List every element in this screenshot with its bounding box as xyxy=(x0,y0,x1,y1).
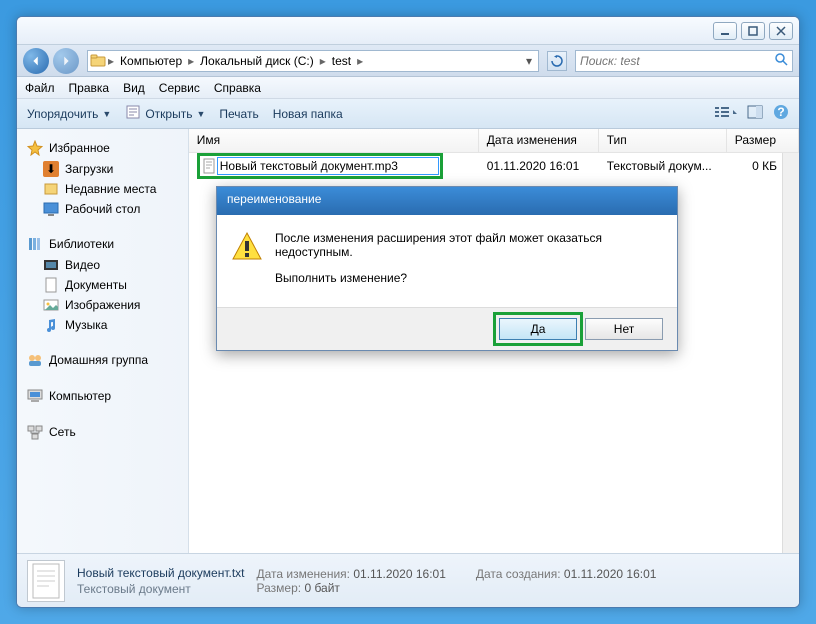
sidebar-music[interactable]: Музыка xyxy=(21,315,184,335)
document-icon xyxy=(43,277,59,293)
music-icon xyxy=(43,317,59,333)
sidebar-recent[interactable]: Недавние места xyxy=(21,179,184,199)
search-box[interactable] xyxy=(575,50,793,72)
video-icon xyxy=(43,257,59,273)
svg-text:?: ? xyxy=(777,105,784,119)
crumb-drive[interactable]: Локальный диск (C:) xyxy=(196,54,318,68)
col-size[interactable]: Размер xyxy=(727,129,799,152)
search-icon xyxy=(774,52,788,69)
details-pane: Новый текстовый документ.txt Текстовый д… xyxy=(17,553,799,607)
view-options-icon[interactable] xyxy=(715,104,737,123)
sidebar-favorites[interactable]: Избранное xyxy=(21,137,184,159)
col-date[interactable]: Дата изменения xyxy=(479,129,599,152)
text-file-icon xyxy=(201,158,217,174)
refresh-button[interactable] xyxy=(547,51,567,71)
star-icon xyxy=(27,140,43,156)
close-button[interactable] xyxy=(769,22,793,40)
sidebar-libraries[interactable]: Библиотеки xyxy=(21,233,184,255)
file-row[interactable]: 01.11.2020 16:01 Текстовый докум... 0 КБ xyxy=(189,155,799,177)
search-input[interactable] xyxy=(580,54,774,68)
col-name[interactable]: Имя xyxy=(189,129,479,152)
menu-tools[interactable]: Сервис xyxy=(159,81,200,95)
help-icon[interactable]: ? xyxy=(773,104,789,123)
titlebar xyxy=(17,17,799,45)
navbar: ▸ Компьютер ▸ Локальный диск (C:) ▸ test… xyxy=(17,45,799,77)
details-size-label: Размер: xyxy=(257,581,302,595)
desktop-icon xyxy=(43,201,59,217)
sidebar-documents[interactable]: Документы xyxy=(21,275,184,295)
chevron-right-icon: ▸ xyxy=(188,54,194,68)
sidebar-downloads[interactable]: ⬇Загрузки xyxy=(21,159,184,179)
chevron-right-icon: ▸ xyxy=(108,54,114,68)
column-headers: Имя Дата изменения Тип Размер xyxy=(189,129,799,153)
back-button[interactable] xyxy=(23,48,49,74)
sidebar-videos[interactable]: Видео xyxy=(21,255,184,275)
recent-icon xyxy=(43,181,59,197)
picture-icon xyxy=(43,297,59,313)
details-modified-label: Дата изменения: xyxy=(257,567,351,581)
sidebar-computer[interactable]: Компьютер xyxy=(21,385,184,407)
dialog-title: переименование xyxy=(217,187,677,215)
print-button[interactable]: Печать xyxy=(219,107,258,121)
file-thumbnail xyxy=(27,560,65,602)
yes-button[interactable]: Да xyxy=(499,318,577,340)
no-button[interactable]: Нет xyxy=(585,318,663,340)
network-icon xyxy=(27,424,43,440)
breadcrumb-dropdown[interactable]: ▾ xyxy=(522,54,536,68)
details-filetype: Текстовый документ xyxy=(77,582,245,596)
menu-view[interactable]: Вид xyxy=(123,81,145,95)
details-created: 01.11.2020 16:01 xyxy=(564,567,657,581)
col-type[interactable]: Тип xyxy=(599,129,727,152)
dialog-message-1: После изменения расширения этот файл мож… xyxy=(275,231,663,259)
sidebar-desktop[interactable]: Рабочий стол xyxy=(21,199,184,219)
sidebar: Избранное ⬇Загрузки Недавние места Рабоч… xyxy=(17,129,189,553)
toolbar: Упорядочить▼ Открыть▼ Печать Новая папка… xyxy=(17,99,799,129)
homegroup-icon xyxy=(27,352,43,368)
details-size: 0 байт xyxy=(304,581,339,595)
breadcrumb[interactable]: ▸ Компьютер ▸ Локальный диск (C:) ▸ test… xyxy=(87,50,539,72)
computer-icon xyxy=(27,388,43,404)
sidebar-pictures[interactable]: Изображения xyxy=(21,295,184,315)
chevron-right-icon: ▸ xyxy=(320,54,326,68)
crumb-folder[interactable]: test xyxy=(328,54,355,68)
notepad-icon xyxy=(125,104,141,123)
organize-button[interactable]: Упорядочить▼ xyxy=(27,107,111,121)
sidebar-homegroup[interactable]: Домашняя группа xyxy=(21,349,184,371)
menubar: Файл Правка Вид Сервис Справка xyxy=(17,77,799,99)
menu-edit[interactable]: Правка xyxy=(69,81,110,95)
rename-dialog: переименование После изменения расширени… xyxy=(216,186,678,351)
vertical-scrollbar[interactable] xyxy=(782,153,799,553)
open-button[interactable]: Открыть▼ xyxy=(125,104,205,123)
minimize-button[interactable] xyxy=(713,22,737,40)
rename-highlight xyxy=(197,153,443,179)
chevron-right-icon: ▸ xyxy=(357,54,363,68)
library-icon xyxy=(27,236,43,252)
details-modified: 01.11.2020 16:01 xyxy=(353,567,446,581)
menu-help[interactable]: Справка xyxy=(214,81,261,95)
new-folder-button[interactable]: Новая папка xyxy=(273,107,343,121)
download-icon: ⬇ xyxy=(43,161,59,177)
preview-pane-icon[interactable] xyxy=(747,104,763,123)
folder-icon xyxy=(90,53,106,69)
crumb-computer[interactable]: Компьютер xyxy=(116,54,186,68)
file-date: 01.11.2020 16:01 xyxy=(479,159,599,173)
details-filename: Новый текстовый документ.txt xyxy=(77,566,245,580)
details-created-label: Дата создания: xyxy=(476,567,561,581)
maximize-button[interactable] xyxy=(741,22,765,40)
rename-input[interactable] xyxy=(217,157,439,175)
menu-file[interactable]: Файл xyxy=(25,81,55,95)
forward-button[interactable] xyxy=(53,48,79,74)
dialog-message-2: Выполнить изменение? xyxy=(275,271,663,285)
warning-icon xyxy=(231,231,263,263)
file-type: Текстовый докум... xyxy=(599,159,727,173)
sidebar-network[interactable]: Сеть xyxy=(21,421,184,443)
